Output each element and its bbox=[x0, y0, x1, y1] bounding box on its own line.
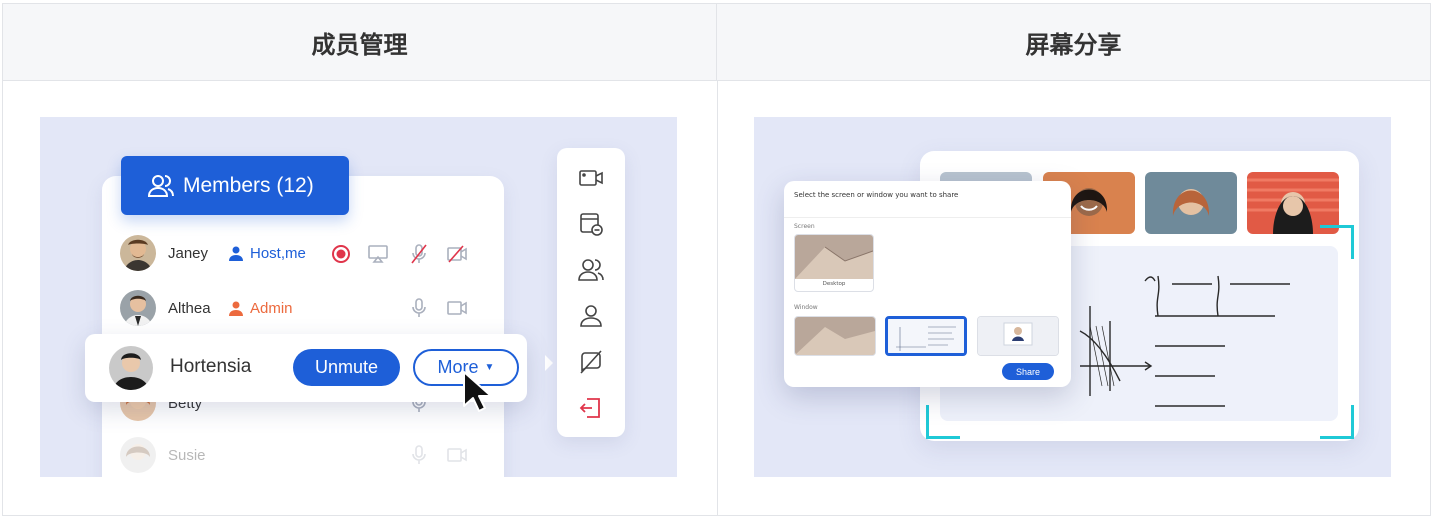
unmute-button[interactable]: Unmute bbox=[293, 349, 400, 386]
share-screen-icon[interactable] bbox=[577, 210, 605, 238]
members-tab-button[interactable]: Members (12) bbox=[121, 156, 349, 215]
screen-section-label: Screen bbox=[794, 223, 815, 230]
member-name: Althea bbox=[168, 299, 211, 317]
members-tab-label: Members (12) bbox=[183, 173, 314, 197]
mic-muted-icon bbox=[411, 244, 427, 264]
member-name: Susie bbox=[168, 446, 206, 464]
popover-notch bbox=[545, 355, 553, 371]
avatar-althea bbox=[120, 290, 156, 326]
recording-icon bbox=[332, 245, 350, 263]
member-role-admin: Admin bbox=[228, 300, 293, 317]
avatar-hortensia bbox=[109, 346, 153, 390]
desktop-screen-option[interactable]: Desktop bbox=[794, 234, 874, 292]
exit-icon[interactable] bbox=[577, 394, 605, 422]
meeting-side-toolbar bbox=[557, 148, 625, 437]
member-management-mockup: Members (12) Janey Host,me Althea Admin … bbox=[40, 117, 677, 477]
person-icon bbox=[229, 301, 243, 316]
member-role-host: Host,me bbox=[228, 245, 306, 262]
share-frame-corner bbox=[1320, 225, 1354, 259]
desktop-wallpaper-thumbnail bbox=[795, 235, 873, 279]
share-button[interactable]: Share bbox=[1002, 363, 1054, 380]
member-row-althea[interactable]: Althea Admin bbox=[120, 288, 293, 328]
camera-off-icon bbox=[447, 245, 467, 263]
camera-icon bbox=[447, 448, 467, 462]
dialog-title: Select the screen or window you want to … bbox=[794, 191, 959, 199]
person-icon bbox=[229, 246, 243, 261]
mouse-cursor-icon bbox=[463, 371, 492, 412]
column-header-screen-share: 屏幕分享 bbox=[717, 4, 1430, 81]
window-option[interactable] bbox=[977, 316, 1059, 356]
window-option-selected[interactable] bbox=[885, 316, 967, 356]
window-section-label: Window bbox=[794, 304, 818, 311]
dialog-divider bbox=[784, 217, 1071, 218]
camera-icon[interactable] bbox=[577, 164, 605, 192]
column-divider bbox=[717, 81, 718, 516]
member-row-janey[interactable]: Janey Host,me bbox=[120, 233, 306, 273]
window-option[interactable] bbox=[794, 316, 876, 356]
member-name: Hortensia bbox=[170, 356, 252, 377]
camera-icon bbox=[447, 301, 467, 315]
chat-off-icon[interactable] bbox=[577, 348, 605, 376]
profile-icon[interactable] bbox=[577, 302, 605, 330]
share-screen-dialog: Select the screen or window you want to … bbox=[784, 181, 1071, 387]
screen-share-mockup: Select the screen or window you want to … bbox=[754, 117, 1391, 477]
member-name: Janey bbox=[168, 244, 209, 262]
column-header-member-management: 成员管理 bbox=[3, 4, 717, 81]
members-icon[interactable] bbox=[577, 256, 605, 284]
share-frame-corner bbox=[926, 405, 960, 439]
share-frame-corner bbox=[1320, 405, 1354, 439]
member-row-susie[interactable]: Susie bbox=[120, 435, 228, 475]
member-role-label: Admin bbox=[250, 299, 293, 317]
avatar-susie bbox=[120, 437, 156, 473]
participant-video-tile bbox=[1145, 172, 1237, 234]
member-role-label: Host,me bbox=[250, 244, 306, 262]
mic-icon bbox=[412, 445, 426, 464]
members-icon bbox=[147, 174, 174, 197]
mic-icon bbox=[412, 298, 426, 317]
desktop-caption: Desktop bbox=[822, 281, 846, 287]
screen-cast-icon bbox=[368, 245, 388, 263]
avatar-janey bbox=[120, 235, 156, 271]
